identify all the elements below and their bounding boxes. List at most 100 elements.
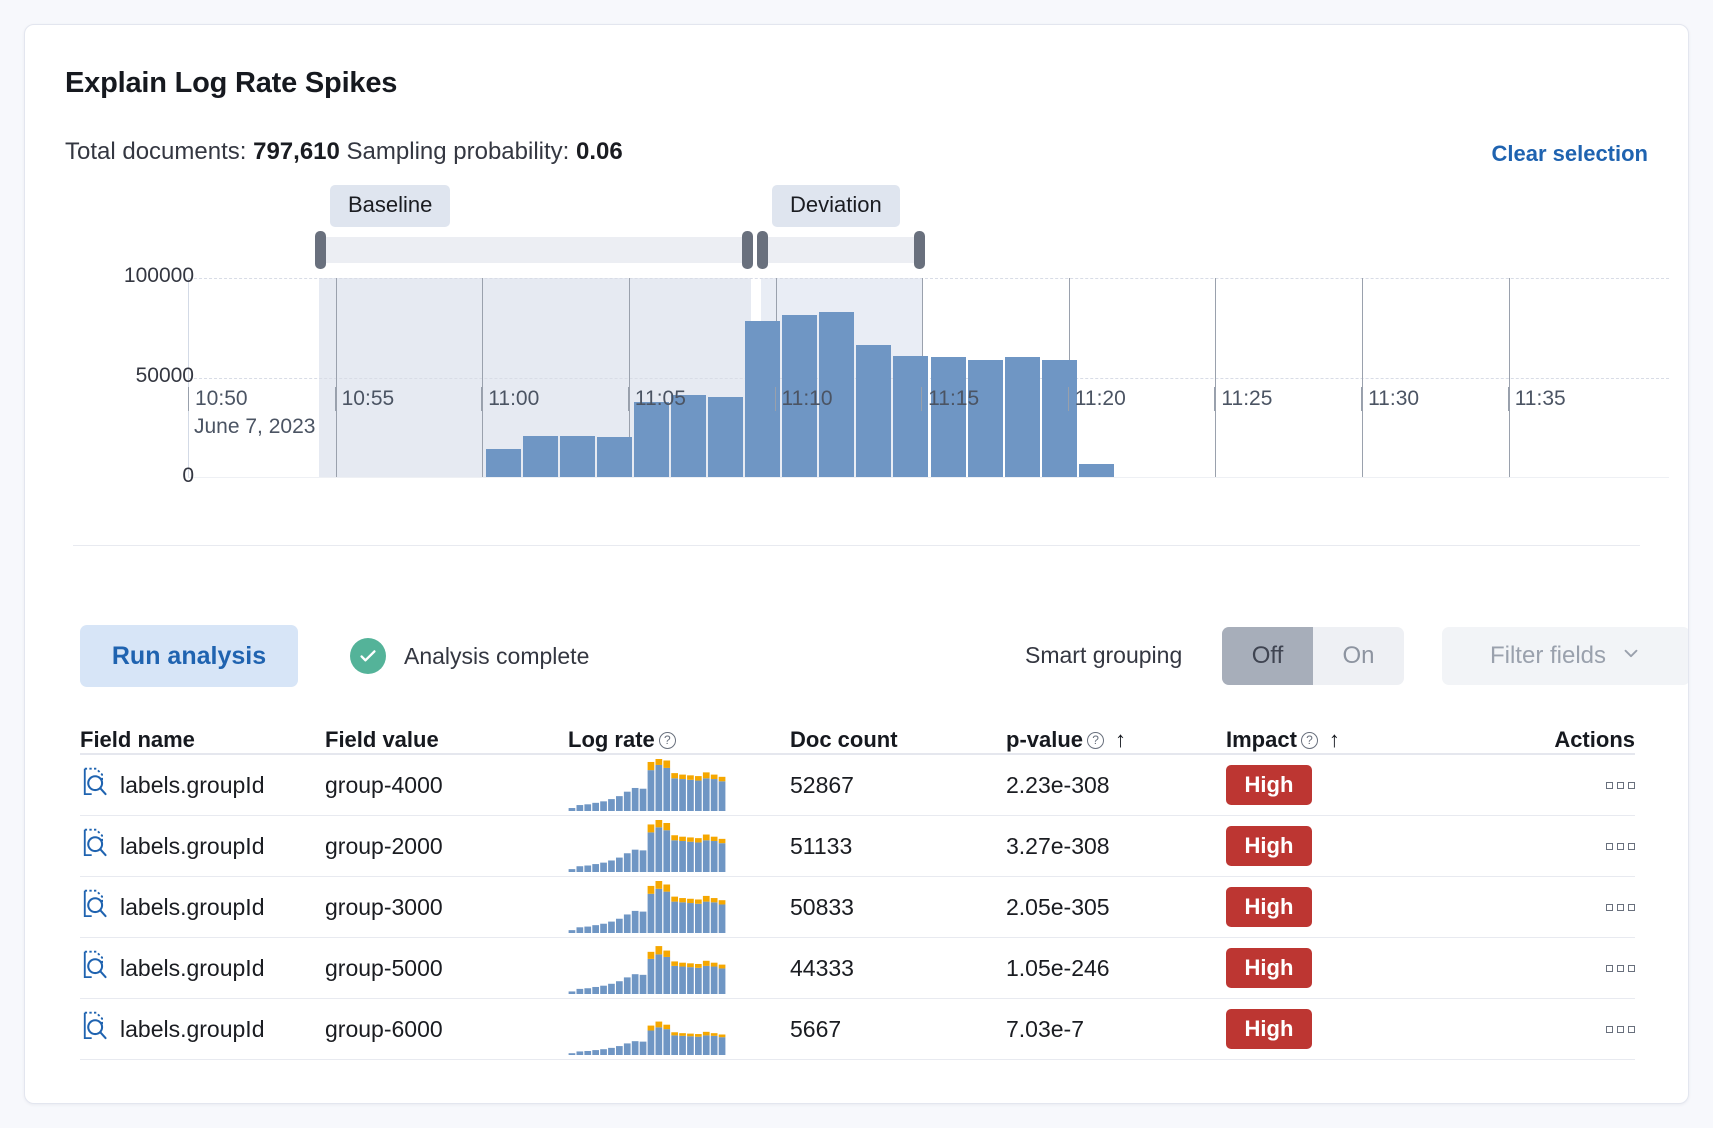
status-badge: High (1226, 1009, 1312, 1049)
deviation-brush-label: Deviation (772, 185, 900, 227)
row-actions-icon[interactable] (1606, 1026, 1635, 1033)
histogram-bar[interactable] (931, 357, 966, 477)
table-row[interactable]: labels.groupIdgroup-3000508332.05e-305Hi… (80, 877, 1635, 938)
cell-log-rate-sparkline[interactable] (568, 759, 790, 811)
help-icon[interactable]: ? (1087, 732, 1104, 749)
help-icon[interactable]: ? (659, 732, 676, 749)
baseline-brush-handle-left[interactable] (315, 231, 326, 269)
cell-actions[interactable] (1471, 843, 1635, 850)
x-axis-tick-label: 10:50 (188, 387, 248, 411)
histogram-bar[interactable] (1042, 360, 1077, 477)
cell-impact: High (1226, 948, 1471, 988)
cell-log-rate-sparkline[interactable] (568, 881, 790, 933)
field-search-icon[interactable] (80, 889, 108, 925)
histogram-bar[interactable] (1079, 464, 1114, 477)
row-actions-icon[interactable] (1606, 904, 1635, 911)
histogram-bar[interactable] (856, 345, 891, 477)
field-search-icon[interactable] (80, 950, 108, 986)
document-summary: Total documents: 797,610 Sampling probab… (65, 138, 623, 166)
table-row[interactable]: labels.groupIdgroup-4000528672.23e-308Hi… (80, 755, 1635, 816)
x-gridline (1215, 278, 1216, 477)
field-name-text: labels.groupId (120, 1016, 265, 1043)
time-range-brushes: Baseline Deviation (25, 185, 1688, 265)
column-header-log-rate-label: Log rate (568, 727, 655, 753)
column-header-impact[interactable]: Impact ? ↑ (1226, 727, 1471, 753)
table-row[interactable]: labels.groupIdgroup-2000511333.27e-308Hi… (80, 816, 1635, 877)
table-row[interactable]: labels.groupIdgroup-600056677.03e-7High (80, 999, 1635, 1060)
deviation-brush-handle-right[interactable] (914, 231, 925, 269)
histogram-bar[interactable] (893, 356, 928, 477)
histogram-bar[interactable] (708, 397, 743, 477)
section-divider (73, 545, 1640, 546)
smart-grouping-on-option[interactable]: On (1313, 627, 1404, 685)
field-search-icon[interactable] (80, 767, 108, 803)
cell-field-value: group-2000 (325, 833, 568, 860)
cell-doc-count: 50833 (790, 894, 1006, 921)
baseline-brush-handle-right[interactable] (742, 231, 753, 269)
column-header-field-name[interactable]: Field name (80, 727, 325, 753)
column-header-log-rate[interactable]: Log rate ? (568, 727, 790, 753)
table-header-row: Field name Field value Log rate ? Doc co… (80, 707, 1635, 755)
clear-selection-link[interactable]: Clear selection (1491, 141, 1648, 167)
field-name-text: labels.groupId (120, 772, 265, 799)
cell-actions[interactable] (1471, 904, 1635, 911)
row-actions-icon[interactable] (1606, 782, 1635, 789)
table-body: labels.groupIdgroup-4000528672.23e-308Hi… (80, 755, 1635, 1060)
histogram-bar[interactable] (523, 436, 558, 477)
deviation-brush-handle-left[interactable] (757, 231, 768, 269)
x-axis-tick-label: 11:25 (1214, 387, 1272, 411)
cell-field-value: group-3000 (325, 894, 568, 921)
column-header-doc-count[interactable]: Doc count (790, 727, 1006, 753)
cell-p-value: 2.23e-308 (1006, 772, 1226, 799)
total-documents-label: Total documents: (65, 138, 246, 165)
table-row[interactable]: labels.groupIdgroup-5000443331.05e-246Hi… (80, 938, 1635, 999)
status-badge: High (1226, 765, 1312, 805)
cell-doc-count: 51133 (790, 833, 1006, 860)
column-header-actions: Actions (1471, 727, 1635, 753)
sort-ascending-icon[interactable]: ↑ (1329, 727, 1340, 753)
histogram-bar[interactable] (1005, 357, 1040, 477)
cell-doc-count: 5667 (790, 1016, 1006, 1043)
smart-grouping-toggle[interactable]: Off On (1222, 627, 1404, 685)
cell-field-value: group-4000 (325, 772, 568, 799)
log-rate-chart: Baseline Deviation 050000100000 10:5010:… (25, 185, 1688, 515)
cell-actions[interactable] (1471, 1026, 1635, 1033)
histogram-bar[interactable] (634, 402, 669, 477)
deviation-brush-track[interactable] (760, 237, 922, 263)
cell-actions[interactable] (1471, 782, 1635, 789)
cell-field-name: labels.groupId (80, 889, 325, 925)
filter-fields-button[interactable]: Filter fields (1442, 627, 1689, 685)
cell-doc-count: 44333 (790, 955, 1006, 982)
cell-impact: High (1226, 1009, 1471, 1049)
cell-log-rate-sparkline[interactable] (568, 942, 790, 994)
cell-impact: High (1226, 887, 1471, 927)
cell-log-rate-sparkline[interactable] (568, 820, 790, 872)
x-axis-tick-label: 11:05 (628, 387, 686, 411)
chart-plot-area[interactable] (188, 278, 1669, 478)
histogram-bar[interactable] (968, 360, 1003, 477)
row-actions-icon[interactable] (1606, 965, 1635, 972)
cell-log-rate-sparkline[interactable] (568, 1003, 790, 1055)
field-search-icon[interactable] (80, 828, 108, 864)
cell-field-name: labels.groupId (80, 950, 325, 986)
run-analysis-button[interactable]: Run analysis (80, 625, 298, 687)
column-header-p-value[interactable]: p-value ? ↑ (1006, 727, 1226, 753)
row-actions-icon[interactable] (1606, 843, 1635, 850)
analysis-status: Analysis complete (350, 638, 589, 674)
histogram-bar[interactable] (560, 436, 595, 477)
analysis-toolbar: Run analysis Analysis complete Smart gro… (25, 625, 1688, 695)
histogram-bar[interactable] (486, 449, 521, 477)
column-header-field-value[interactable]: Field value (325, 727, 568, 753)
sort-ascending-icon[interactable]: ↑ (1115, 727, 1126, 753)
y-axis-tick-label: 0 (182, 464, 194, 488)
help-icon[interactable]: ? (1301, 732, 1318, 749)
cell-actions[interactable] (1471, 965, 1635, 972)
smart-grouping-off-option[interactable]: Off (1222, 627, 1313, 685)
x-axis-tick-label: 11:15 (921, 387, 979, 411)
x-axis-tick-label: 11:30 (1361, 387, 1419, 411)
baseline-brush-track[interactable] (318, 237, 750, 263)
status-badge: High (1226, 887, 1312, 927)
field-search-icon[interactable] (80, 1011, 108, 1047)
field-name-text: labels.groupId (120, 833, 265, 860)
histogram-bar[interactable] (597, 437, 632, 477)
